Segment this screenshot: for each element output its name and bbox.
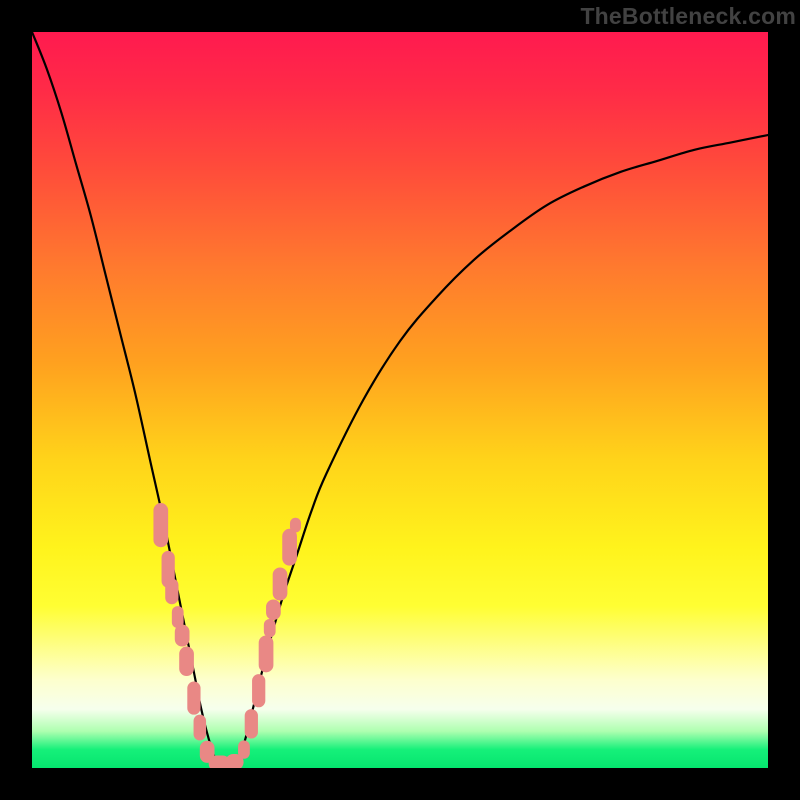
data-marker (266, 599, 281, 620)
data-marker (264, 619, 276, 637)
data-marker (165, 578, 178, 604)
data-marker (187, 682, 200, 715)
watermark-text: TheBottleneck.com (580, 3, 796, 30)
plot-area (32, 32, 768, 768)
data-marker (245, 709, 258, 738)
curve-layer (32, 32, 768, 768)
marker-group (153, 503, 301, 768)
data-marker (252, 674, 265, 707)
data-marker (175, 624, 190, 646)
data-marker (282, 529, 297, 566)
data-marker (259, 636, 274, 673)
data-marker (153, 503, 168, 547)
data-marker (238, 740, 250, 758)
data-marker (194, 715, 207, 741)
data-marker (290, 518, 301, 533)
data-marker (273, 567, 288, 600)
data-marker (179, 647, 194, 676)
bottleneck-curve (32, 32, 768, 768)
chart-frame: TheBottleneck.com (0, 0, 800, 800)
